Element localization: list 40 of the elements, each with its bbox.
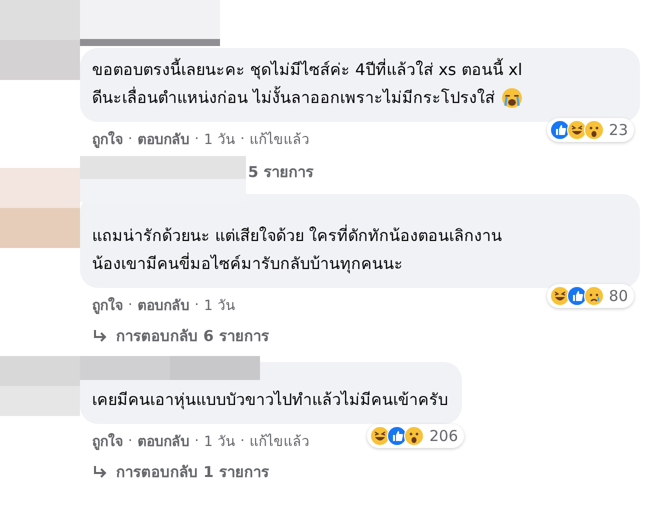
reply-link[interactable]: ตอบกลับ [137, 430, 190, 452]
crying-face-icon [501, 87, 524, 109]
separator-dot: · [240, 433, 245, 449]
reply-link[interactable]: ตอบกลับ [137, 128, 190, 150]
separator-dot: · [240, 131, 245, 147]
reply-arrow-icon [92, 464, 108, 480]
reaction-summary[interactable]: 206 [367, 424, 464, 448]
comment-text: ขอตอบตรงนี้เลยนะคะ ชุดไม่มีไซส์ค่ะ 4ปีที่แล้วใส่ xs ตอนนี้ xl [92, 57, 524, 82]
surprised-face-icon [584, 120, 604, 140]
separator-dot: · [128, 297, 132, 313]
timestamp: 1 วัน [204, 297, 236, 316]
separator-dot: · [194, 433, 199, 449]
separator-dot: · [128, 433, 132, 449]
laughing-face-icon [566, 120, 587, 140]
comment-text: เคยมีคนเอาหุ่นแบบบัวขาวไปทำแล้วไม่มีคนเข้าครับ [92, 389, 448, 412]
thumbs-up-icon [566, 286, 587, 306]
view-replies-link[interactable]: การตอบกลับ 6 รายการ [92, 324, 269, 348]
laughing-face-icon [550, 286, 570, 306]
timestamp: 1 วัน [204, 131, 236, 150]
edited-label: แก้ไขแล้ว [250, 130, 310, 150]
timestamp: 1 วัน [204, 433, 236, 452]
like-link[interactable]: ถูกใจ [92, 294, 123, 316]
view-replies-link[interactable]: 5 รายการ [248, 160, 314, 184]
separator-dot: · [194, 297, 199, 313]
separator-dot: · [128, 131, 132, 147]
thumbs-up-icon [550, 120, 570, 140]
reply-arrow-icon [92, 328, 108, 344]
edited-label: แก้ไขแล้ว [250, 432, 310, 452]
reply-link[interactable]: ตอบกลับ [137, 294, 190, 316]
surprised-face-icon [404, 426, 424, 446]
like-link[interactable]: ถูกใจ [92, 430, 123, 452]
like-link[interactable]: ถูกใจ [92, 128, 123, 150]
comment-text: น้องเขามีคนขี่มอไซค์มารับกลับบ้านทุกคนนะ [92, 252, 404, 276]
sad-face-icon [584, 286, 604, 306]
comment-text: แถมน่ารักด้วยนะ แต่เสียใจด้วย ใครที่ดักทักน้องตอนเลิกงาน [92, 224, 504, 247]
reaction-summary[interactable]: 23 [546, 118, 634, 142]
comment-text: ดีนะเลื่อนตำแหน่งก่อน ไม่งั้นลาออกเพราะไม่มีกระโปรงใส่ [92, 84, 626, 112]
view-replies-link[interactable]: การตอบกลับ 1 รายการ [92, 460, 269, 484]
reaction-summary[interactable]: 80 [546, 284, 634, 308]
separator-dot: · [194, 131, 199, 147]
